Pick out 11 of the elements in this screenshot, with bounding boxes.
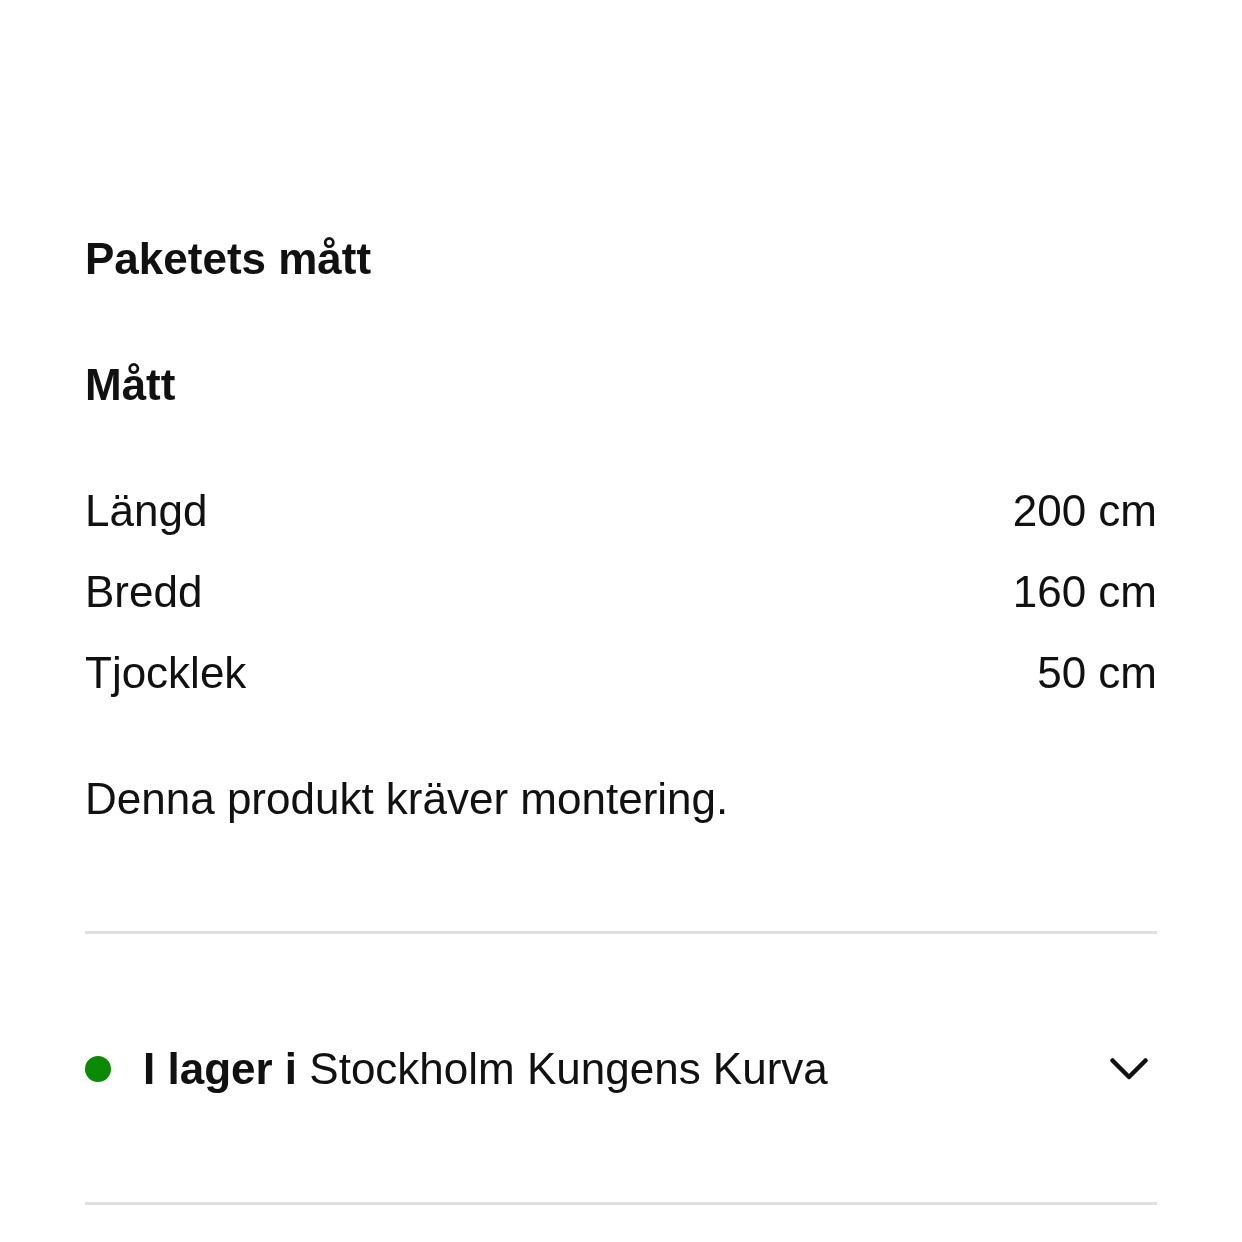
stock-status-text: I lager i Stockholm Kungens Kurva — [143, 1043, 829, 1095]
dimension-value: 160 cm — [1012, 566, 1157, 618]
section-heading: Paketets mått — [85, 233, 373, 285]
dimension-value: 50 cm — [1037, 647, 1157, 699]
dimension-value: 200 cm — [1012, 485, 1157, 537]
assembly-note: Denna produkt kräver montering. — [85, 773, 730, 825]
subsection-heading: Mått — [85, 359, 177, 411]
dimension-label: Tjocklek — [85, 647, 247, 699]
dimension-label: Bredd — [85, 566, 203, 618]
chevron-icon[interactable] — [1110, 1058, 1148, 1080]
dimension-label: Längd — [85, 485, 208, 537]
